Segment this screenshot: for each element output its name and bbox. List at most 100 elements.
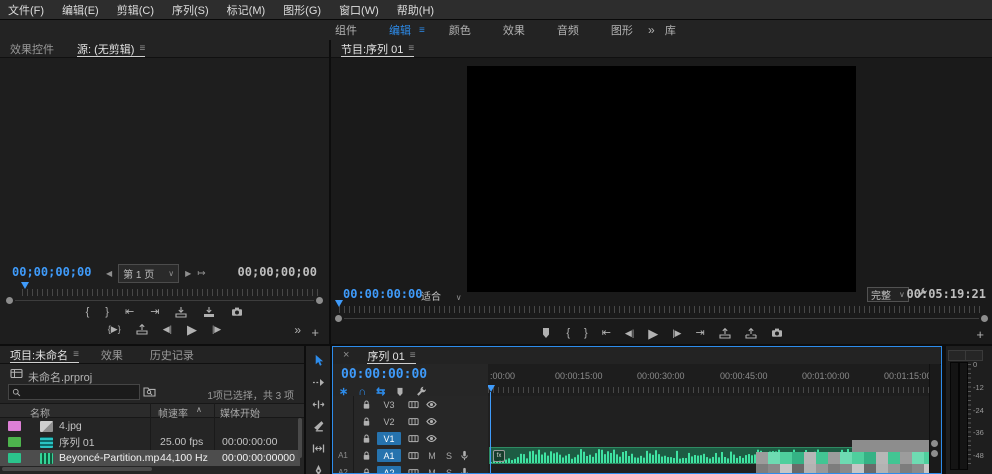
track-eye-icon[interactable] — [426, 399, 437, 410]
panel-menu-icon[interactable]: ≡ — [139, 43, 145, 54]
step-forward-button[interactable]: |▶ — [672, 329, 681, 338]
go-to-in-button[interactable]: ⇤ — [125, 307, 134, 318]
panel-menu-icon[interactable]: ≡ — [410, 350, 416, 361]
panel-tab[interactable]: 项目:未命名 ≡ — [10, 346, 79, 363]
step-back-button[interactable]: ◀| — [625, 329, 634, 338]
source-ruler[interactable] — [22, 289, 321, 296]
lift-button[interactable] — [719, 327, 731, 339]
voiceover-mic-icon[interactable] — [459, 450, 470, 461]
video-track-header[interactable]: V3 — [333, 396, 488, 414]
track-target-button[interactable]: V1 — [377, 432, 401, 445]
track-select-forward-tool[interactable] — [312, 376, 325, 389]
pen-tool[interactable] — [312, 464, 325, 474]
fit-icon[interactable]: ↦ — [197, 268, 205, 279]
track-lock-icon[interactable] — [361, 399, 372, 410]
play-button[interactable]: ▶ — [648, 327, 658, 340]
workspace-overflow-icon[interactable]: » — [648, 23, 655, 37]
workspace-tab[interactable]: 图形 — [611, 22, 641, 38]
label-color-chip[interactable] — [8, 421, 21, 431]
add-button[interactable]: + — [311, 326, 319, 339]
track-output-icon[interactable] — [408, 433, 419, 444]
program-ruler[interactable] — [339, 306, 984, 313]
panel-tab[interactable]: 历史记录 — [150, 346, 199, 363]
program-current-timecode[interactable]: 00:00:00:00 — [343, 287, 422, 301]
track-v3-lane[interactable] — [488, 396, 929, 414]
project-item-row[interactable]: 4.jpg — [0, 418, 300, 434]
prev-page-icon[interactable]: ◀ — [106, 269, 112, 278]
timeline-ruler[interactable]: :00:0000:00:15:0000:00:30:0000:00:45:000… — [488, 364, 929, 394]
menu-item[interactable]: 窗口(W) — [337, 2, 381, 18]
menu-item[interactable]: 剪辑(C) — [115, 2, 156, 18]
search-input[interactable] — [24, 386, 128, 399]
add-marker-button[interactable] — [540, 327, 552, 339]
workspace-tab[interactable]: 颜色 — [449, 22, 479, 38]
video-track-header[interactable]: V1 — [333, 430, 488, 448]
audio-track-header[interactable]: A1 A1 M S — [333, 447, 488, 465]
panel-tab[interactable]: 源: (无剪辑) ≡ — [77, 40, 145, 57]
step-back-button[interactable]: ◀| — [163, 325, 172, 334]
page-select[interactable]: 第 1 页 ∨ — [118, 264, 179, 283]
playback-resolution-select[interactable]: 完整 ∨ — [867, 287, 909, 302]
panel-tab[interactable]: 效果 — [101, 346, 128, 363]
label-color-chip[interactable] — [8, 453, 21, 463]
track-output-icon[interactable] — [408, 467, 419, 474]
track-v2-lane[interactable] — [488, 413, 929, 431]
label-color-chip[interactable] — [8, 437, 21, 447]
source-playhead[interactable] — [21, 282, 29, 293]
next-page-icon[interactable]: ▶ — [185, 269, 191, 278]
menu-item[interactable]: 文件(F) — [6, 2, 46, 18]
track-lock-icon[interactable] — [361, 450, 372, 461]
menu-item[interactable]: 帮助(H) — [395, 2, 436, 18]
solo-button[interactable]: S — [445, 468, 453, 474]
slip-tool[interactable] — [312, 442, 325, 455]
export-media-button[interactable] — [136, 323, 148, 335]
mark-in-button[interactable]: { — [566, 328, 570, 339]
workspace-tab[interactable]: 编辑 ≡ — [389, 22, 425, 38]
vertical-scrollbar[interactable] — [298, 418, 302, 458]
mark-in-button[interactable]: { — [86, 307, 90, 318]
find-in-bin-icon[interactable] — [143, 386, 156, 397]
insert-button[interactable] — [175, 306, 187, 318]
go-to-out-button[interactable]: ⇥ — [150, 307, 159, 318]
panel-menu-icon[interactable]: ≡ — [408, 43, 414, 54]
track-output-icon[interactable] — [408, 450, 419, 461]
sort-ascending-icon[interactable]: ∧ — [196, 405, 202, 414]
project-item-row[interactable]: 序列 01 25.00 fps 00:00:00:00 — [0, 434, 300, 450]
overwrite-button[interactable] — [203, 306, 215, 318]
horizontal-scrollbar[interactable] — [2, 467, 152, 471]
program-tab[interactable]: 节目:序列 01 ≡ — [341, 40, 414, 57]
solo-button[interactable]: S — [445, 451, 453, 461]
mute-button[interactable]: M — [428, 468, 436, 474]
item-name[interactable]: Beyoncé-Partition.mp3 — [59, 452, 160, 464]
program-playhead[interactable] — [335, 300, 343, 311]
track-lock-icon[interactable] — [361, 416, 372, 427]
track-output-icon[interactable] — [408, 399, 419, 410]
workspace-menu-icon[interactable]: ≡ — [419, 25, 425, 36]
zoom-level-select[interactable]: 适合 ∨ — [421, 288, 462, 303]
track-eye-icon[interactable] — [426, 416, 437, 427]
razor-tool[interactable] — [312, 420, 325, 433]
track-eye-icon[interactable] — [426, 433, 437, 444]
menu-item[interactable]: 序列(S) — [170, 2, 211, 18]
track-target-button[interactable]: V2 — [377, 415, 401, 428]
mark-out-button[interactable]: } — [105, 307, 109, 318]
audio-track-header[interactable]: A2 A2 M S — [333, 464, 488, 474]
panel-tab[interactable]: 效果控件 — [10, 40, 59, 57]
project-bin-name[interactable]: 未命名.prproj — [28, 369, 92, 385]
timeline-timecode[interactable]: 00:00:00:00 — [341, 367, 427, 382]
add-button[interactable]: + — [976, 328, 984, 341]
panel-menu-icon[interactable]: ≡ — [73, 349, 79, 360]
export-frame-button[interactable] — [231, 306, 243, 318]
timeline-vertical-scrollbar[interactable] — [929, 364, 940, 473]
workspace-tab[interactable]: 库 — [665, 22, 684, 38]
export-frame-button[interactable] — [771, 327, 783, 339]
video-track-header[interactable]: V2 — [333, 413, 488, 431]
track-lock-icon[interactable] — [361, 433, 372, 444]
item-name[interactable]: 序列 01 — [59, 435, 160, 450]
selection-tool[interactable] — [312, 354, 325, 367]
go-to-in-button[interactable]: ⇤ — [602, 328, 611, 339]
sequence-tab[interactable]: 序列 01 ≡ — [367, 347, 415, 364]
source-zoom-scrollbar[interactable] — [6, 296, 323, 304]
play-in-to-out-button[interactable]: {▶} — [108, 325, 121, 334]
item-name[interactable]: 4.jpg — [59, 420, 160, 432]
